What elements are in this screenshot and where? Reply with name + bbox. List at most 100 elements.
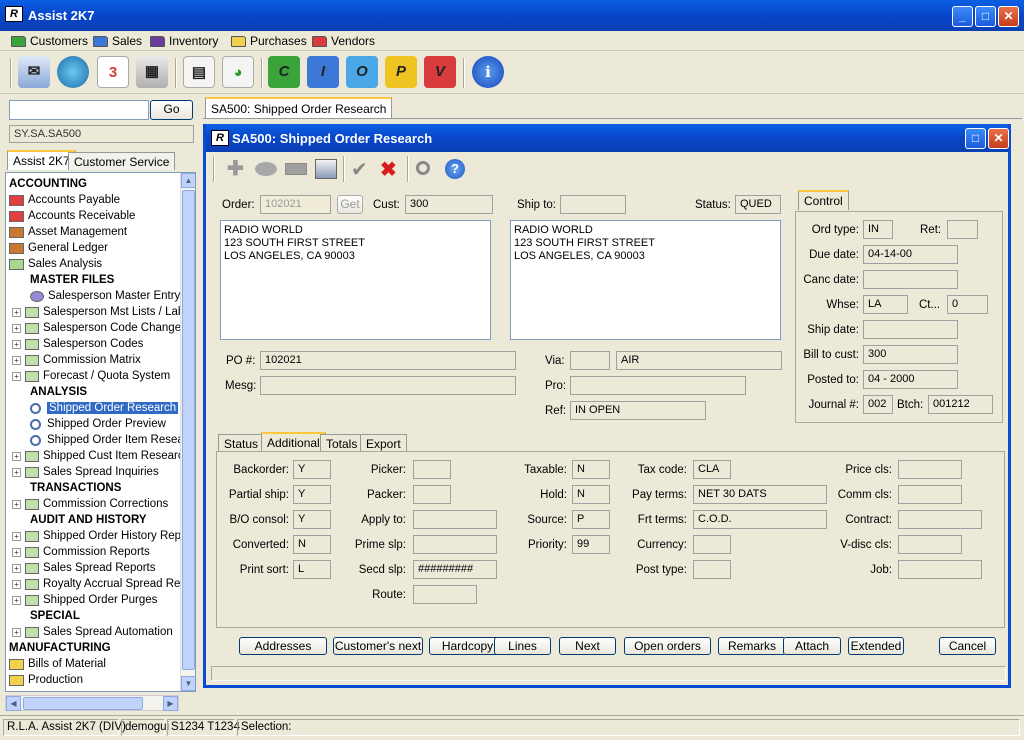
orders-o-icon[interactable]: O — [346, 56, 378, 88]
additional-field[interactable]: ######### — [413, 560, 497, 579]
lines-button[interactable]: Lines — [494, 637, 551, 655]
extended-button[interactable]: Extended — [848, 637, 904, 655]
ordtype-field[interactable]: IN — [863, 220, 893, 239]
expand-icon[interactable]: + — [12, 499, 21, 509]
additional-field[interactable] — [898, 460, 962, 479]
additional-field[interactable] — [413, 585, 477, 604]
additional-field[interactable]: CLA — [693, 460, 731, 479]
tree-item[interactable]: + Commission Reports — [12, 544, 150, 560]
tree-item[interactable]: + Salesperson Mst Lists / Lab — [12, 304, 184, 320]
accept-icon[interactable]: ✔ — [351, 157, 368, 182]
help-icon[interactable]: ? — [445, 159, 465, 179]
expand-icon[interactable]: + — [12, 339, 21, 349]
additional-field[interactable]: C.O.D. — [693, 510, 827, 529]
expand-icon[interactable]: + — [12, 531, 21, 541]
tree-item[interactable]: Shipped Order Item Resear — [30, 432, 188, 448]
edit-icon[interactable] — [255, 162, 277, 176]
inventory-i-icon[interactable]: I — [307, 56, 339, 88]
status-field[interactable]: QUED — [735, 195, 781, 214]
duedate-field[interactable]: 04-14-00 — [863, 245, 958, 264]
ret-field[interactable] — [947, 220, 978, 239]
scroll-right-button[interactable]: ▶ — [163, 696, 178, 711]
order-field[interactable]: 102021 — [260, 195, 331, 214]
additional-field[interactable] — [898, 510, 982, 529]
window-maximize-button[interactable]: □ — [965, 128, 986, 149]
additional-field[interactable]: P — [572, 510, 610, 529]
next-button[interactable]: Next — [559, 637, 616, 655]
calculator-icon[interactable]: ▦ — [136, 56, 168, 88]
globe-icon[interactable] — [57, 56, 89, 88]
cust-field[interactable]: 300 — [405, 195, 493, 214]
journal-field[interactable]: 002 — [863, 395, 893, 414]
cancel-icon[interactable]: ✖ — [380, 157, 397, 182]
scroll-thumb[interactable] — [23, 697, 143, 710]
via-field[interactable]: AIR — [616, 351, 782, 370]
window-close-button[interactable]: ✕ — [988, 128, 1009, 149]
customers-c-icon[interactable]: C — [268, 56, 300, 88]
tree-item[interactable]: Accounts Payable — [9, 192, 120, 208]
tree-item[interactable]: + Sales Spread Automation — [12, 624, 173, 640]
ref-field[interactable]: IN OPEN — [570, 401, 706, 420]
tab-additional[interactable]: Additional — [261, 432, 326, 452]
tab-assist-2k7[interactable]: Assist 2K7 — [7, 150, 76, 170]
get-button[interactable]: Get — [337, 195, 363, 214]
customer-s-next-button[interactable]: Customer's next — [333, 637, 423, 655]
search-icon[interactable] — [416, 161, 430, 175]
tree-item[interactable]: + Shipped Order History Rep — [12, 528, 181, 544]
additional-field[interactable]: N — [572, 460, 610, 479]
additional-field[interactable] — [898, 535, 962, 554]
additional-field[interactable]: L — [293, 560, 331, 579]
go-button[interactable]: Go — [150, 100, 193, 120]
info-icon[interactable]: i — [472, 56, 504, 88]
additional-field[interactable] — [693, 560, 731, 579]
additional-field[interactable]: NET 30 DATS — [693, 485, 827, 504]
tree-item[interactable]: Asset Management — [9, 224, 127, 240]
addresses-button[interactable]: Addresses — [239, 637, 327, 655]
additional-field[interactable] — [693, 535, 731, 554]
close-button[interactable]: ✕ — [998, 6, 1019, 27]
attach-button[interactable]: Attach — [783, 637, 841, 655]
expand-icon[interactable]: + — [12, 595, 21, 605]
canc-date-field[interactable] — [863, 270, 958, 289]
tree-item[interactable]: Production — [9, 672, 83, 688]
delete-icon[interactable] — [285, 163, 307, 175]
tab-export[interactable]: Export — [360, 434, 407, 451]
billto-field[interactable]: 300 — [863, 345, 958, 364]
tab-status[interactable]: Status — [218, 434, 265, 451]
tree-item[interactable]: Accounts Receivable — [9, 208, 135, 224]
expand-icon[interactable]: + — [12, 371, 21, 381]
tree-vscroll[interactable]: ▲ ▼ — [180, 173, 195, 691]
shipdate-field[interactable] — [863, 320, 958, 339]
tab-sa500[interactable]: SA500: Shipped Order Research — [205, 97, 393, 119]
expand-icon[interactable]: + — [12, 579, 21, 589]
scroll-left-button[interactable]: ◀ — [6, 696, 21, 711]
po-field[interactable]: 102021 — [260, 351, 516, 370]
additional-field[interactable]: Y — [293, 460, 331, 479]
open-orders-button[interactable]: Open orders — [624, 637, 711, 655]
expand-icon[interactable]: + — [12, 467, 21, 477]
tree-item[interactable]: + Shipped Order Purges — [12, 592, 157, 608]
remarks-button[interactable]: Remarks — [718, 637, 786, 655]
mail-icon[interactable]: ✉ — [18, 56, 50, 88]
additional-field[interactable]: Y — [293, 510, 331, 529]
cancel-button[interactable]: Cancel — [939, 637, 996, 655]
shipto-field[interactable] — [560, 195, 626, 214]
tree-item[interactable]: + Royalty Accrual Spread Re — [12, 576, 180, 592]
tree-item[interactable]: + Sales Spread Reports — [12, 560, 156, 576]
expand-icon[interactable]: + — [12, 307, 21, 317]
additional-field[interactable]: N — [572, 485, 610, 504]
expand-icon[interactable]: + — [12, 355, 21, 365]
tree-item[interactable]: Salesperson Master Entry — [30, 288, 180, 304]
tree-item[interactable]: ACCOUNTING — [9, 176, 87, 192]
tree-item[interactable]: Sales Analysis — [9, 256, 102, 272]
calendar-icon[interactable]: 3 — [97, 56, 129, 88]
expand-icon[interactable]: + — [12, 323, 21, 333]
tree-item[interactable]: + Forecast / Quota System — [12, 368, 170, 384]
tree-item[interactable]: + Sales Spread Inquiries — [12, 464, 159, 480]
additional-field[interactable] — [898, 485, 962, 504]
menu-vendors[interactable]: Vendors — [312, 34, 375, 48]
posted-to-field[interactable]: 04 - 2000 — [863, 370, 958, 389]
chart-report-icon[interactable]: ◕ — [222, 56, 254, 88]
tree-item[interactable]: + Salesperson Code Change/ — [12, 320, 184, 336]
via-code-field[interactable] — [570, 351, 610, 370]
